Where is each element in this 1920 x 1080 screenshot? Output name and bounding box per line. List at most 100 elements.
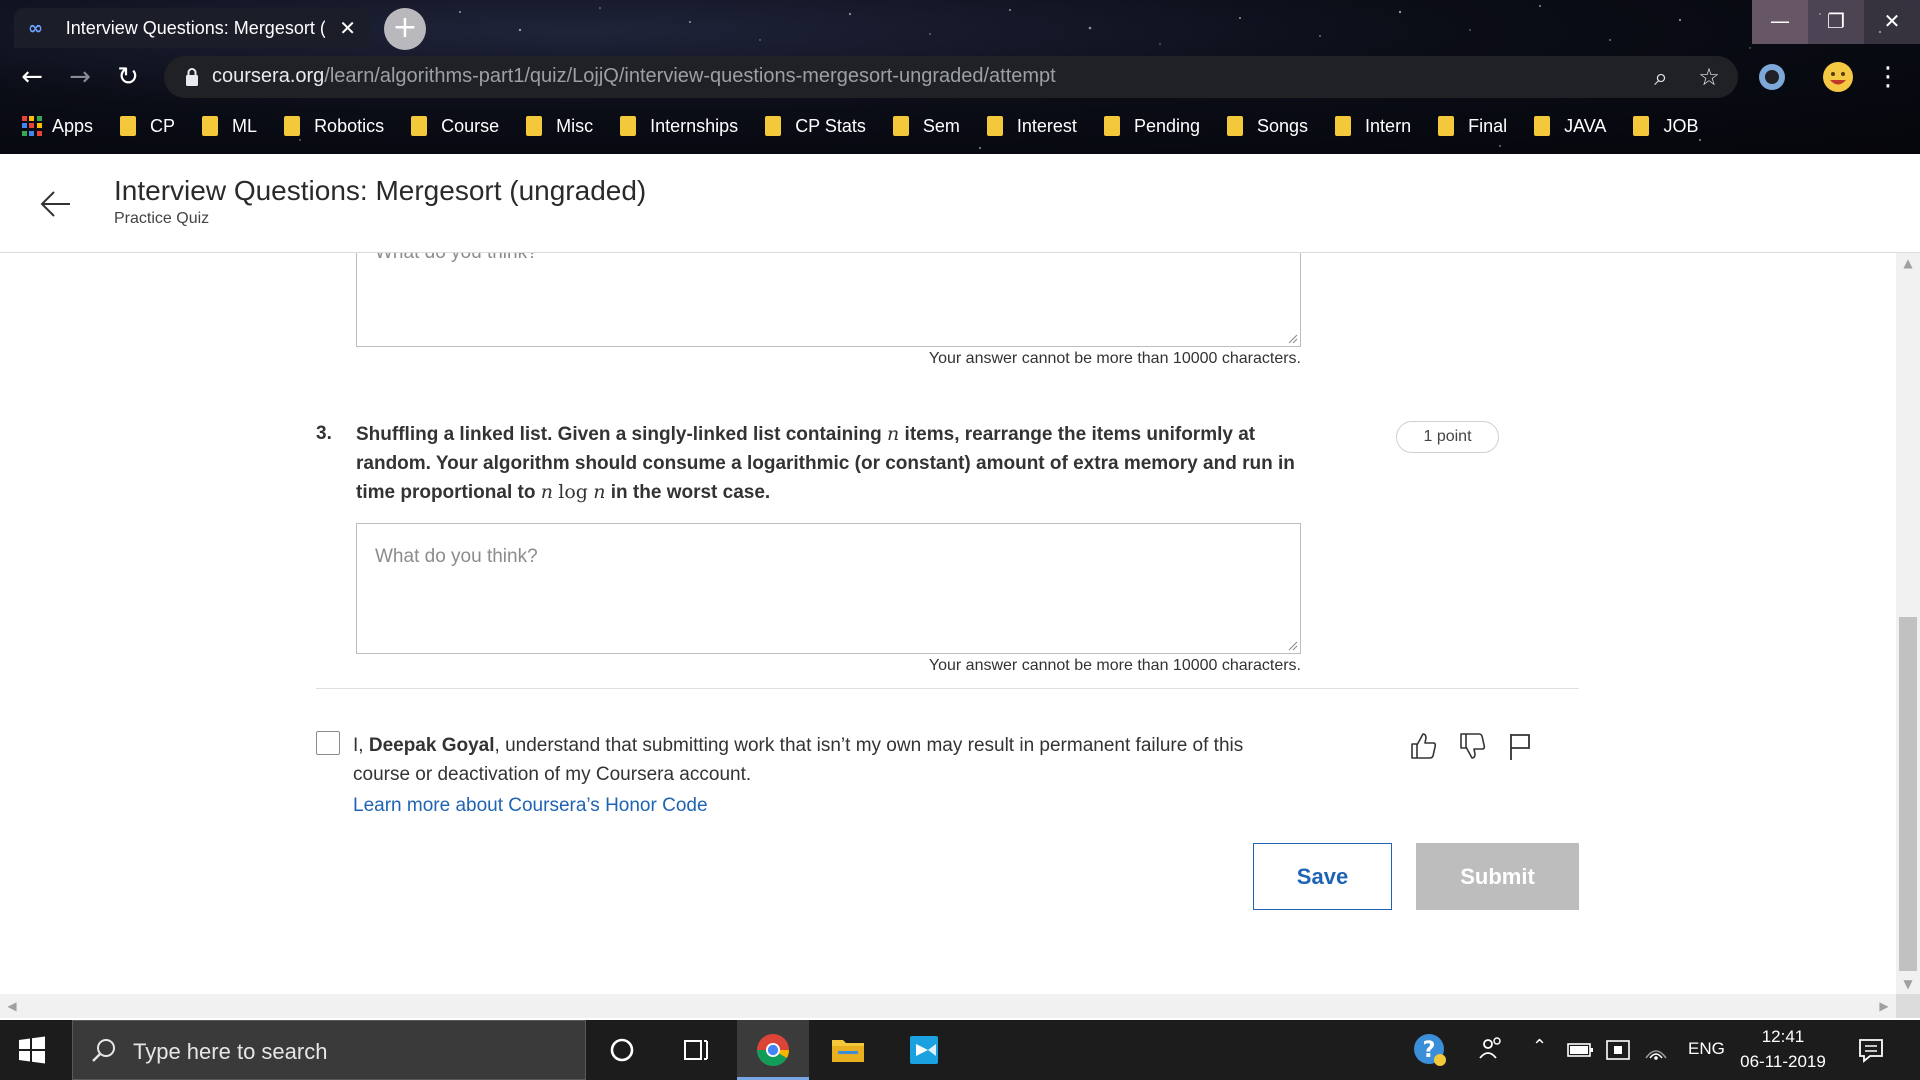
bookmark-cp[interactable]: CP: [120, 116, 175, 137]
bookmark-robotics[interactable]: Robotics: [284, 116, 384, 137]
bookmark-label: Internships: [650, 115, 739, 136]
reload-icon[interactable]: ↻: [110, 60, 146, 94]
window-controls: — ❐ ✕: [1752, 0, 1920, 44]
folder-icon: [526, 116, 543, 136]
navigation-bar: ← → ↻ coursera.org/learn/algorithms-part…: [0, 56, 1920, 98]
honor-code-checkbox[interactable]: [316, 731, 340, 755]
section-divider: [316, 688, 1579, 689]
tab-title: Interview Questions: Mergesort (ungraded…: [65, 17, 326, 38]
tray-overflow-icon[interactable]: ⌃: [1532, 1036, 1547, 1057]
scroll-thumb[interactable]: [1899, 617, 1917, 971]
bookmark-apps[interactable]: Apps: [22, 116, 93, 137]
mail-app-icon[interactable]: [904, 1030, 944, 1070]
clock-time[interactable]: 12:41: [1730, 1027, 1836, 1047]
bookmark-internships[interactable]: Internships: [620, 116, 738, 137]
action-center-display-icon[interactable]: [1604, 1030, 1632, 1070]
horizontal-scrollbar[interactable]: ◀ ▶: [0, 994, 1896, 1018]
scroll-up-icon[interactable]: ▲: [1896, 253, 1920, 273]
answer-textarea-q2[interactable]: What do you think?: [356, 253, 1301, 347]
bookmark-java[interactable]: JAVA: [1534, 116, 1606, 137]
bookmark-label: ML: [232, 115, 258, 136]
tab-close-icon[interactable]: ✕: [339, 16, 356, 41]
search-icon: [92, 1039, 115, 1062]
points-badge: 1 point: [1396, 421, 1499, 453]
folder-icon: [284, 116, 301, 136]
bookmark-label: Songs: [1257, 115, 1309, 136]
cortana-icon[interactable]: [602, 1030, 642, 1070]
bookmark-label: Interest: [1016, 115, 1077, 136]
resize-handle-icon[interactable]: [1286, 332, 1298, 344]
address-bar[interactable]: coursera.org/learn/algorithms-part1/quiz…: [164, 56, 1738, 98]
back-icon[interactable]: ←: [14, 60, 50, 94]
profile-avatar-icon[interactable]: [1820, 59, 1856, 95]
scroll-right-icon[interactable]: ▶: [1872, 996, 1896, 1016]
apps-grid-icon: [22, 116, 42, 136]
search-placeholder: Type here to search: [133, 1039, 328, 1064]
quiz-header: Interview Questions: Mergesort (ungraded…: [0, 154, 1920, 253]
bookmark-final[interactable]: Final: [1438, 116, 1507, 137]
forward-icon[interactable]: →: [62, 60, 98, 94]
bookmark-label: Course: [441, 115, 500, 136]
bookmark-pending[interactable]: Pending: [1103, 115, 1200, 137]
bookmark-star-icon[interactable]: ☆: [1694, 62, 1724, 92]
menu-kebab-icon[interactable]: ⋮: [1870, 60, 1906, 94]
folder-icon: [1335, 116, 1352, 136]
bookmark-ml[interactable]: ML: [202, 116, 257, 137]
scroll-down-icon[interactable]: ▼: [1896, 974, 1920, 994]
bookmark-label: CP: [150, 115, 176, 136]
scroll-left-icon[interactable]: ◀: [0, 996, 24, 1016]
bookmark-cp-stats[interactable]: CP Stats: [765, 116, 866, 137]
resize-handle-icon[interactable]: [1286, 639, 1298, 651]
folder-icon: [986, 116, 1003, 136]
coursera-favicon-icon: ∞: [28, 17, 43, 39]
clock-date[interactable]: 06-11-2019: [1730, 1052, 1836, 1072]
thumbs-up-icon[interactable]: [1408, 730, 1440, 762]
folder-icon: [620, 116, 637, 136]
bookmark-interest[interactable]: Interest: [986, 115, 1077, 137]
bookmark-label: Pending: [1133, 115, 1200, 136]
extension-opera-icon[interactable]: [1754, 59, 1790, 95]
quiz-content: What do you think? Your answer cannot be…: [0, 253, 1896, 994]
people-icon[interactable]: [1476, 1030, 1506, 1070]
bookmark-label: Robotics: [314, 115, 385, 136]
notifications-icon[interactable]: [1856, 1030, 1886, 1070]
help-icon[interactable]: ?: [1410, 1030, 1450, 1070]
bookmark-course[interactable]: Course: [411, 116, 499, 137]
wifi-icon[interactable]: [1642, 1030, 1670, 1070]
folder-icon: [1633, 116, 1650, 136]
bookmark-label: Intern: [1365, 115, 1412, 136]
thumbs-down-icon[interactable]: [1457, 730, 1489, 762]
language-indicator[interactable]: ENG: [1688, 1039, 1725, 1059]
bookmark-job[interactable]: JOB: [1633, 116, 1698, 137]
taskbar-search-box[interactable]: Type here to search: [72, 1020, 586, 1080]
windows-start-icon[interactable]: [18, 1036, 46, 1064]
zoom-search-icon[interactable]: ⌕: [1646, 62, 1676, 92]
vertical-scrollbar[interactable]: ▲ ▼: [1896, 253, 1920, 994]
bookmark-sem[interactable]: Sem: [892, 115, 960, 137]
page-subtitle: Practice Quiz: [114, 210, 210, 227]
submit-button[interactable]: Submit: [1416, 843, 1579, 910]
page-title: Interview Questions: Mergesort (ungraded…: [114, 175, 647, 206]
bookmark-misc[interactable]: Misc: [526, 116, 593, 137]
bookmark-label: Sem: [922, 115, 960, 136]
browser-tab[interactable]: ∞ Interview Questions: Mergesort (ungrad…: [14, 8, 370, 48]
maximize-button[interactable]: ❐: [1808, 0, 1864, 44]
new-tab-button[interactable]: +: [384, 8, 426, 50]
honor-code-link[interactable]: Learn more about Coursera’s Honor Code: [353, 795, 708, 817]
honor-code-statement: I, Deepak Goyal, understand that submitt…: [353, 735, 1244, 785]
battery-icon[interactable]: [1566, 1030, 1594, 1070]
minimize-button[interactable]: —: [1752, 0, 1808, 44]
bookmark-intern[interactable]: Intern: [1335, 116, 1411, 137]
task-view-icon[interactable]: [676, 1030, 716, 1070]
back-arrow-icon[interactable]: [38, 186, 74, 222]
flag-icon[interactable]: [1504, 730, 1536, 762]
close-window-button[interactable]: ✕: [1864, 0, 1920, 44]
bookmark-songs[interactable]: Songs: [1227, 116, 1308, 137]
answer-textarea-q3[interactable]: What do you think?: [356, 523, 1301, 654]
file-explorer-icon[interactable]: [828, 1030, 868, 1070]
taskbar-chrome-active[interactable]: [737, 1020, 809, 1080]
save-button[interactable]: Save: [1253, 843, 1392, 910]
bookmark-label: JAVA: [1564, 115, 1607, 136]
question-text: Shuffling a linked list. Given a singly-…: [356, 423, 1295, 503]
browser-chrome: ∞ Interview Questions: Mergesort (ungrad…: [0, 0, 1920, 154]
